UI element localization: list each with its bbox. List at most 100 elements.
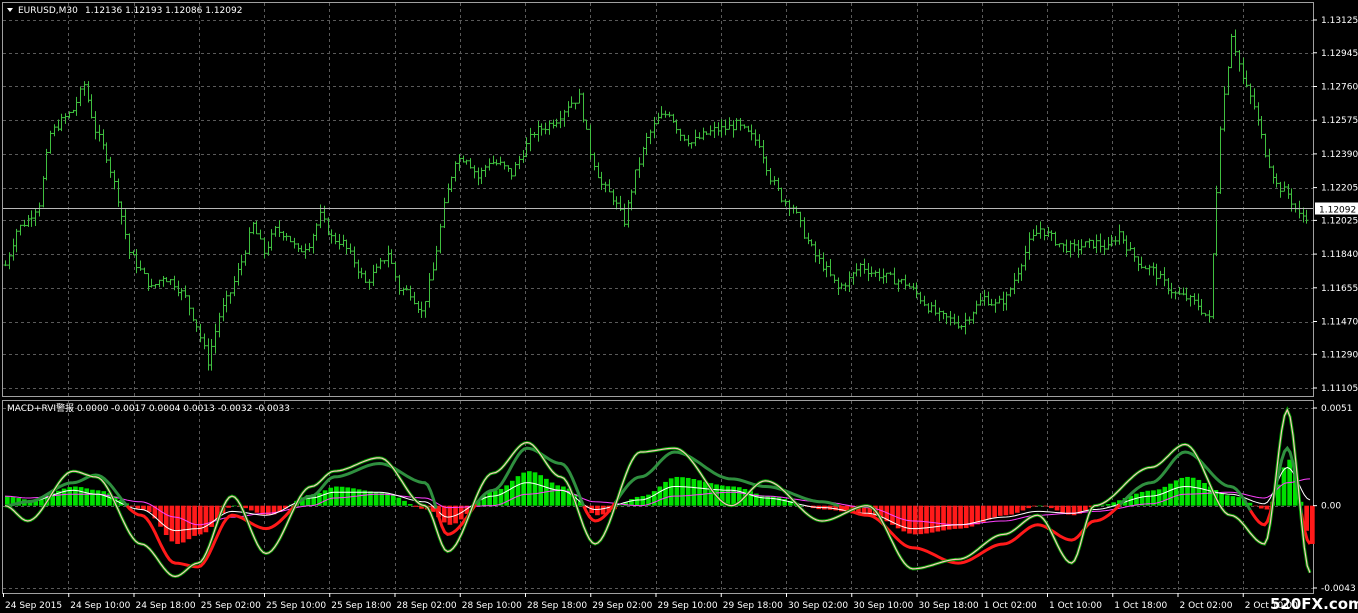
time-tick-label: 24 Sep 2015 — [5, 601, 62, 611]
histogram-bar — [67, 487, 73, 506]
histogram-bar — [697, 480, 702, 506]
histogram-bar — [266, 505, 271, 516]
histogram-bar — [1190, 477, 1196, 506]
histogram-bar — [691, 479, 697, 506]
histogram-bar — [674, 476, 680, 506]
price-tick-label: 1.12390 — [1321, 150, 1358, 160]
histogram-bar — [192, 505, 197, 536]
price-tick-label: 1.11470 — [1321, 318, 1358, 328]
histogram-bar — [946, 505, 952, 530]
histogram-bar — [1083, 505, 1088, 511]
histogram-bar — [992, 505, 997, 518]
histogram-bar — [1173, 480, 1179, 506]
histogram-bar — [1264, 505, 1270, 510]
histogram-bar — [600, 505, 606, 515]
time-tick-label: 25 Sep 18:00 — [331, 601, 391, 611]
histogram-bar — [1060, 505, 1066, 513]
histogram-bar — [941, 505, 946, 531]
time-tick-label: 25 Sep 02:00 — [201, 601, 261, 611]
histogram-bar — [1031, 505, 1037, 507]
histogram-bar — [731, 486, 736, 506]
histogram-bar — [135, 505, 141, 509]
histogram-bar — [1236, 497, 1241, 506]
histogram-bar — [532, 472, 538, 506]
price-tick-label: 1.12025 — [1321, 216, 1358, 226]
histogram-bar — [328, 487, 334, 506]
histogram-bar — [487, 491, 492, 506]
histogram-bar — [226, 505, 231, 508]
histogram-bar — [986, 505, 992, 520]
price-tick-label: 1.11840 — [1321, 250, 1358, 260]
histogram-bar — [1054, 505, 1060, 511]
histogram-bar — [402, 500, 407, 506]
histogram-bar — [1230, 496, 1236, 506]
current-price-label: 1.12092 — [1319, 206, 1356, 216]
time-tick-label: 28 Sep 02:00 — [397, 601, 457, 611]
histogram-bar — [1134, 493, 1139, 506]
histogram-bar — [555, 485, 561, 506]
time-tick-label: 1 Oct 02:00 — [984, 601, 1037, 611]
terminal-chart[interactable]: 1.13125 1.12945 1.12760 1.12575 1.12390 1.122… — [0, 0, 1358, 613]
histogram-bar — [1009, 505, 1014, 515]
time-tick-label: 28 Sep 18:00 — [527, 601, 587, 611]
time-tick-label: 29 Sep 02:00 — [592, 601, 652, 611]
histogram-bar — [203, 505, 209, 533]
price-tick-label: 1.11290 — [1321, 350, 1358, 360]
histogram-bar — [1179, 477, 1185, 506]
histogram-bar — [725, 486, 731, 506]
price-tick-label: 1.11105 — [1321, 384, 1358, 394]
price-tick-label: 1.12575 — [1321, 116, 1358, 126]
histogram-bar — [929, 505, 935, 533]
histogram-bar — [527, 471, 532, 506]
time-tick-label: 30 Sep 18:00 — [919, 601, 979, 611]
histogram-bar — [1014, 505, 1020, 513]
histogram-bar — [441, 505, 447, 523]
histogram-bar — [447, 505, 453, 525]
histogram-bar — [549, 482, 555, 506]
histogram-bar — [924, 505, 929, 534]
histogram-bar — [1071, 505, 1077, 516]
histogram-bar — [980, 505, 986, 522]
histogram-bar — [129, 505, 135, 507]
histogram-bar — [407, 504, 413, 506]
histogram-bar — [515, 476, 521, 506]
histogram-bar — [521, 472, 526, 506]
histogram-bar — [95, 490, 101, 506]
histogram-bar — [680, 477, 685, 506]
histogram-bar — [640, 496, 646, 506]
time-tick-label: 30 Sep 02:00 — [788, 601, 848, 611]
histogram-bar — [1043, 505, 1048, 507]
time-tick-label: 24 Sep 18:00 — [136, 601, 196, 611]
histogram-bar — [169, 505, 175, 542]
histogram-bar — [765, 496, 770, 506]
time-tick-label: 1 Oct 18:00 — [1114, 601, 1167, 611]
histogram-bar — [1105, 504, 1111, 506]
indicator-tick-label: -0.0043 — [1321, 584, 1356, 594]
histogram-bar — [651, 491, 657, 506]
histogram-bar — [561, 486, 566, 506]
histogram-bar — [368, 491, 373, 506]
histogram-bar — [322, 490, 328, 506]
histogram-bar — [101, 491, 107, 506]
histogram-bar — [1258, 505, 1264, 509]
histogram-bar — [617, 505, 623, 507]
histogram-bar — [73, 486, 78, 506]
histogram-bar — [248, 505, 254, 511]
histogram-bar — [163, 505, 169, 536]
histogram-bar — [1224, 495, 1230, 506]
histogram-bar — [1253, 505, 1258, 507]
histogram-bar — [997, 505, 1003, 516]
histogram-bar — [907, 505, 912, 534]
histogram-bar — [339, 486, 345, 506]
indicator-tick-label: 0.0051 — [1321, 404, 1353, 414]
histogram-bar — [390, 494, 396, 506]
price-tick-label: 1.13125 — [1321, 16, 1358, 26]
histogram-bar — [334, 486, 339, 506]
price-tick-label: 1.12205 — [1321, 184, 1358, 194]
histogram-bar — [634, 496, 640, 506]
indicator-tick-label: 0.00 — [1321, 502, 1341, 512]
histogram-bar — [1185, 476, 1190, 506]
histogram-bar — [759, 495, 765, 506]
histogram-bar — [509, 480, 515, 506]
histogram-bar — [918, 505, 924, 535]
